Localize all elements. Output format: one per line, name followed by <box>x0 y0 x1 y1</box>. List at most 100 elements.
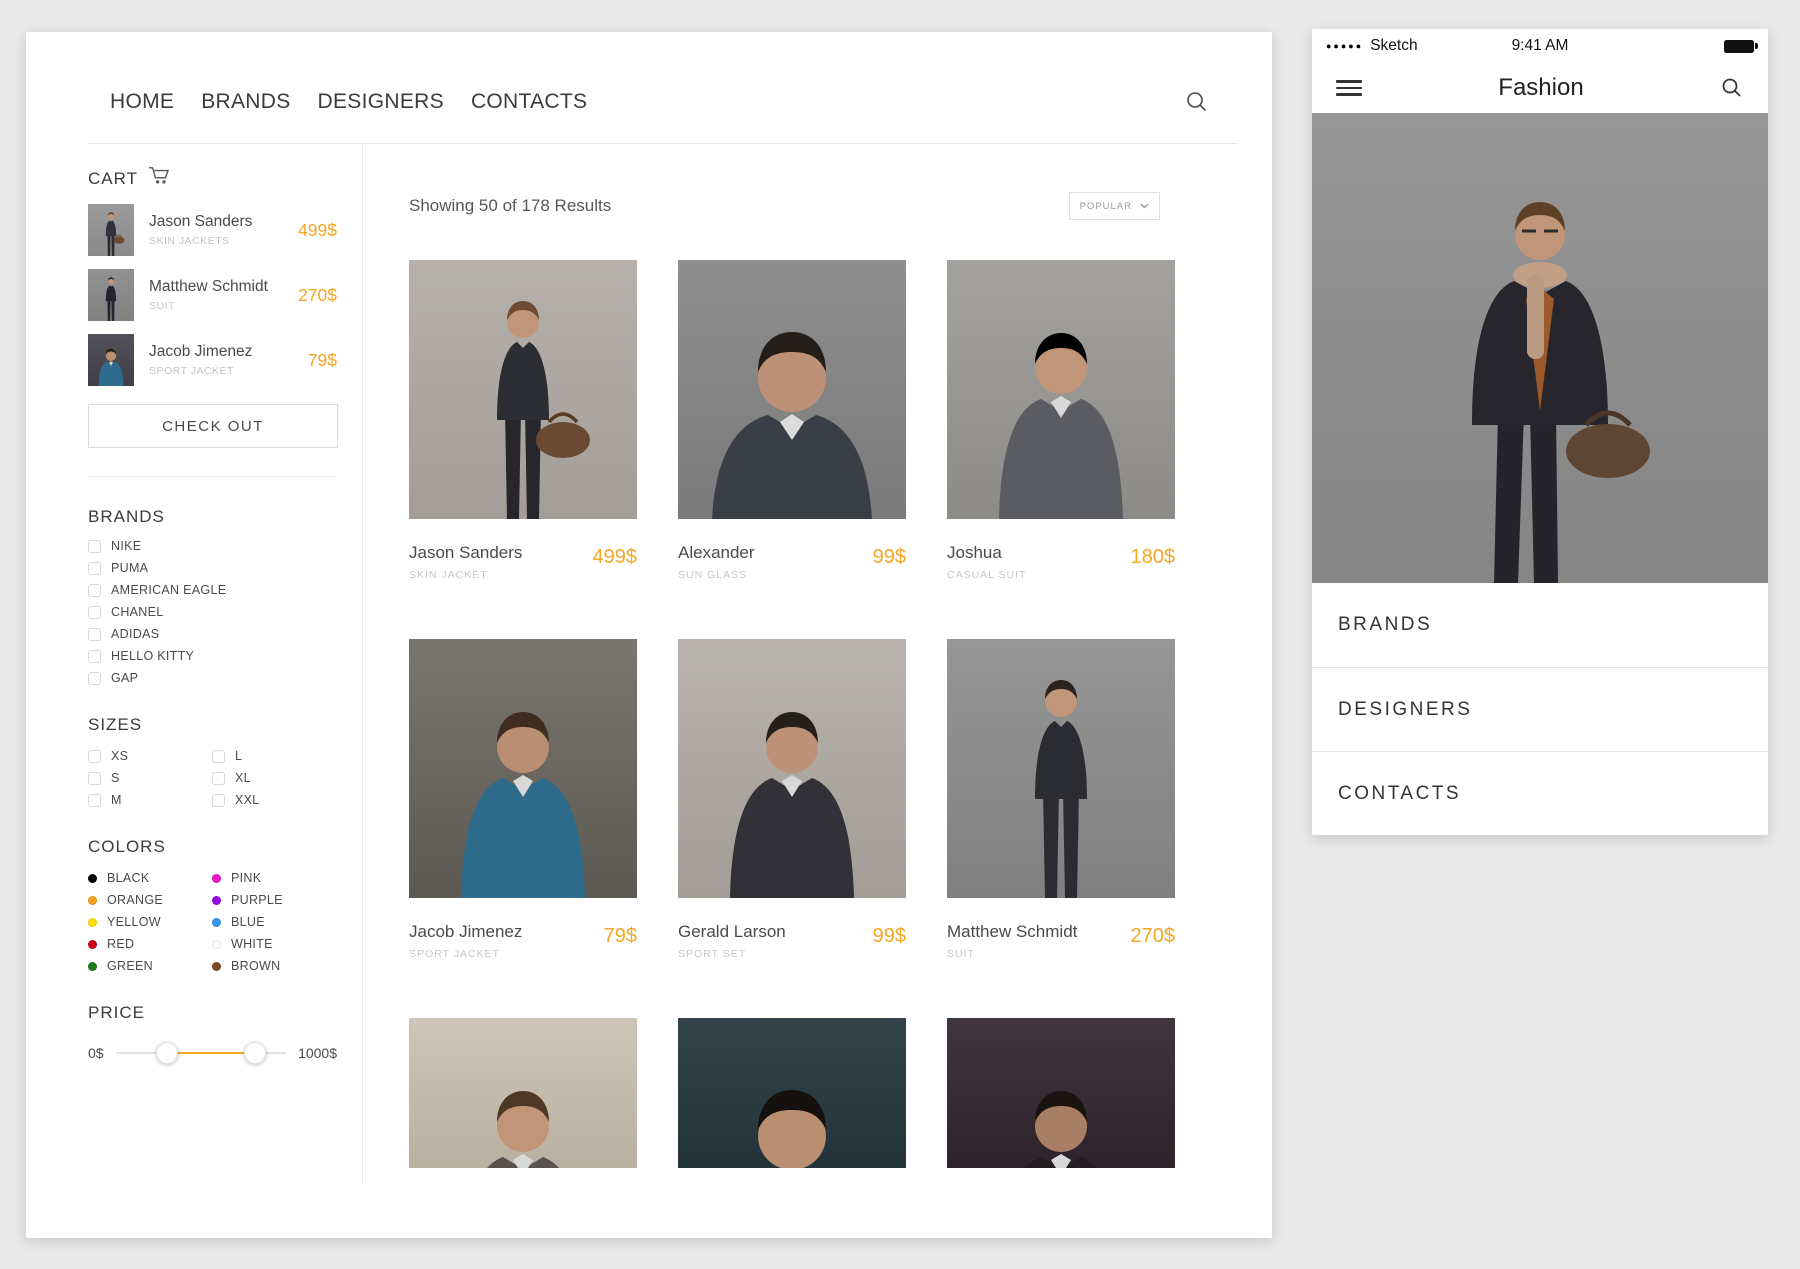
size-option-xs[interactable]: XS <box>88 749 212 763</box>
color-option-label: WHITE <box>231 937 273 951</box>
checkbox[interactable] <box>212 794 225 807</box>
mobile-menu-item-designers[interactable]: DESIGNERS <box>1312 667 1768 751</box>
color-swatch <box>88 896 97 905</box>
brand-option-adidas[interactable]: ADIDAS <box>88 627 337 641</box>
size-option-xl[interactable]: XL <box>212 771 336 785</box>
color-option-black[interactable]: BLACK <box>88 871 212 885</box>
color-option-yellow[interactable]: YELLOW <box>88 915 212 929</box>
checkbox[interactable] <box>212 750 225 763</box>
cart-item-name: Jacob Jimenez <box>149 343 252 361</box>
nav-item-designers[interactable]: DESIGNERS <box>318 90 444 114</box>
price-slider[interactable] <box>116 1052 286 1054</box>
color-option-brown[interactable]: BROWN <box>212 959 336 973</box>
color-option-blue[interactable]: BLUE <box>212 915 336 929</box>
cart-item-name: Matthew Schmidt <box>149 278 268 296</box>
product-card <box>947 1018 1175 1168</box>
brands-filter-list: NIKE PUMA AMERICAN EAGLE CHANEL ADIDAS H… <box>88 539 337 685</box>
product-card: Matthew Schmidt SUIT 270$ <box>947 639 1175 960</box>
brand-option-gap[interactable]: GAP <box>88 671 337 685</box>
status-bar: ●●●●● Sketch 9:41 AM <box>1312 29 1768 63</box>
brands-filter-title: BRANDS <box>88 507 337 527</box>
cart-item[interactable]: Jacob Jimenez SPORT JACKET 79$ <box>88 334 337 386</box>
product-photo[interactable] <box>947 260 1175 519</box>
color-option-red[interactable]: RED <box>88 937 212 951</box>
product-photo[interactable] <box>678 1018 906 1168</box>
product-card: Jacob Jimenez SPORT JACKET 79$ <box>409 639 637 960</box>
cart-item-thumbnail <box>88 334 134 386</box>
color-option-orange[interactable]: ORANGE <box>88 893 212 907</box>
sidebar: CART Jason Sanders SKIN JACKETS 499$ <box>26 144 363 1184</box>
size-option-l[interactable]: L <box>212 749 336 763</box>
search-icon[interactable] <box>1720 76 1744 100</box>
product-card: Gerald Larson SPORT SET 99$ <box>678 639 906 960</box>
size-option-xxl[interactable]: XXL <box>212 793 336 807</box>
product-card: Joshua CASUAL SUIT 180$ <box>947 260 1175 581</box>
price-slider-handle-high[interactable] <box>244 1042 266 1064</box>
checkbox[interactable] <box>88 672 101 685</box>
hamburger-menu-icon[interactable] <box>1336 76 1362 100</box>
product-card <box>678 1018 906 1168</box>
color-option-label: PINK <box>231 871 261 885</box>
color-option-green[interactable]: GREEN <box>88 959 212 973</box>
color-option-pink[interactable]: PINK <box>212 871 336 885</box>
product-price: 270$ <box>1131 922 1176 948</box>
checkout-button[interactable]: CHECK OUT <box>88 404 338 448</box>
brand-option-puma[interactable]: PUMA <box>88 561 337 575</box>
size-option-s[interactable]: S <box>88 771 212 785</box>
product-photo[interactable] <box>409 639 637 898</box>
nav-item-home[interactable]: HOME <box>110 90 174 114</box>
checkbox[interactable] <box>88 584 101 597</box>
brand-option-chanel[interactable]: CHANEL <box>88 605 337 619</box>
checkbox[interactable] <box>88 772 101 785</box>
search-icon[interactable] <box>1184 89 1210 115</box>
cart-item[interactable]: Jason Sanders SKIN JACKETS 499$ <box>88 204 337 256</box>
product-price: 499$ <box>593 543 638 569</box>
product-card <box>409 1018 637 1168</box>
color-swatch <box>212 940 221 949</box>
product-name: Jacob Jimenez <box>409 922 522 942</box>
product-category: SPORT SET <box>678 948 786 960</box>
checkbox[interactable] <box>88 628 101 641</box>
clock-label: 9:41 AM <box>1512 37 1569 55</box>
results-summary: Showing 50 of 178 Results <box>409 196 611 216</box>
size-option-m[interactable]: M <box>88 793 212 807</box>
cart-icon[interactable] <box>148 166 170 191</box>
product-photo[interactable] <box>947 639 1175 898</box>
color-option-purple[interactable]: PURPLE <box>212 893 336 907</box>
checkbox[interactable] <box>88 606 101 619</box>
brand-option-hello-kitty[interactable]: HELLO KITTY <box>88 649 337 663</box>
nav-item-brands[interactable]: BRANDS <box>201 90 290 114</box>
cart-item-price: 499$ <box>298 220 337 241</box>
cart-item-name: Jason Sanders <box>149 213 252 231</box>
brand-option-american-eagle[interactable]: AMERICAN EAGLE <box>88 583 337 597</box>
mobile-menu-item-contacts[interactable]: CONTACTS <box>1312 751 1768 835</box>
color-option-white[interactable]: WHITE <box>212 937 336 951</box>
color-swatch <box>212 896 221 905</box>
product-card: Alexander SUN GLASS 99$ <box>678 260 906 581</box>
mobile-menu-item-brands[interactable]: BRANDS <box>1312 583 1768 667</box>
checkbox[interactable] <box>88 650 101 663</box>
checkbox[interactable] <box>212 772 225 785</box>
product-photo[interactable] <box>678 639 906 898</box>
product-photo[interactable] <box>409 1018 637 1168</box>
mobile-nav-bar: Fashion <box>1312 63 1768 113</box>
cart-item[interactable]: Matthew Schmidt SUIT 270$ <box>88 269 337 321</box>
product-photo[interactable] <box>678 260 906 519</box>
product-photo[interactable] <box>947 1018 1175 1168</box>
product-photo[interactable] <box>409 260 637 519</box>
desktop-page: HOME BRANDS DESIGNERS CONTACTS CART <box>26 32 1272 1238</box>
size-option-label: XXL <box>235 793 260 807</box>
product-card: Jason Sanders SKIN JACKET 499$ <box>409 260 637 581</box>
nav-item-contacts[interactable]: CONTACTS <box>471 90 587 114</box>
sort-dropdown[interactable]: POPULAR <box>1069 192 1160 220</box>
color-swatch <box>212 918 221 927</box>
signal-strength-icon: ●●●●● <box>1326 41 1363 51</box>
hero-photo[interactable] <box>1312 113 1768 583</box>
checkbox[interactable] <box>88 750 101 763</box>
color-swatch <box>88 962 97 971</box>
price-slider-handle-low[interactable] <box>156 1042 178 1064</box>
brand-option-nike[interactable]: NIKE <box>88 539 337 553</box>
checkbox[interactable] <box>88 562 101 575</box>
checkbox[interactable] <box>88 540 101 553</box>
checkbox[interactable] <box>88 794 101 807</box>
